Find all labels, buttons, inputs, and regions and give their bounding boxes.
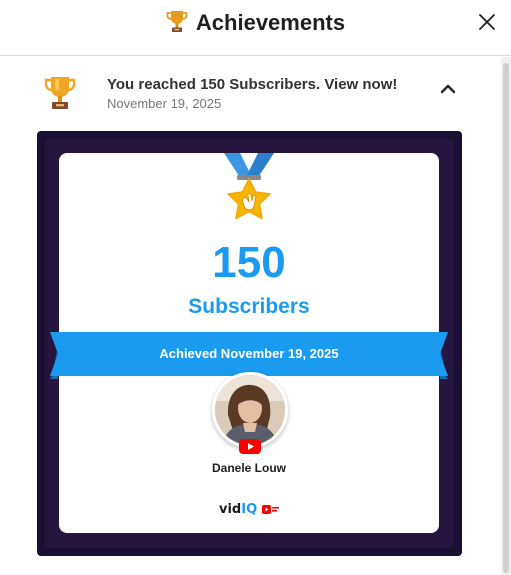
achievement-count: 150 — [212, 238, 286, 287]
channel-name: Danele Louw — [211, 461, 286, 475]
trophy-icon — [44, 77, 76, 109]
chevron-up-icon[interactable] — [439, 82, 457, 96]
notification-title: You reached 150 Subscribers. View now! — [107, 76, 398, 93]
achievement-unit: Subscribers — [188, 295, 310, 318]
trophy-icon — [166, 11, 188, 32]
youtube-icon — [239, 439, 261, 454]
dialog-header: Achievements — [0, 0, 511, 56]
youtube-logo-icon — [262, 505, 279, 514]
page-title: Achievements — [0, 9, 511, 36]
notification-item[interactable]: You reached 150 Subscribers. View now! N… — [0, 57, 501, 127]
vidiq-logo: vidIQ — [219, 502, 258, 517]
brand-prefix: vid — [219, 502, 242, 517]
scrollbar-thumb[interactable] — [503, 63, 509, 573]
brand-suffix: IQ — [241, 502, 258, 517]
scrollbar[interactable] — [501, 57, 511, 575]
medal-icon — [224, 153, 274, 220]
channel-photo — [215, 375, 285, 445]
avatar — [212, 372, 288, 448]
achievement-date-banner: Achieved November 19, 2025 — [159, 346, 339, 361]
achievements-list[interactable]: You reached 150 Subscribers. View now! N… — [0, 57, 501, 575]
notification-date: November 19, 2025 — [107, 96, 222, 111]
header-title-text: Achievements — [195, 10, 346, 35]
close-icon[interactable] — [477, 12, 497, 32]
